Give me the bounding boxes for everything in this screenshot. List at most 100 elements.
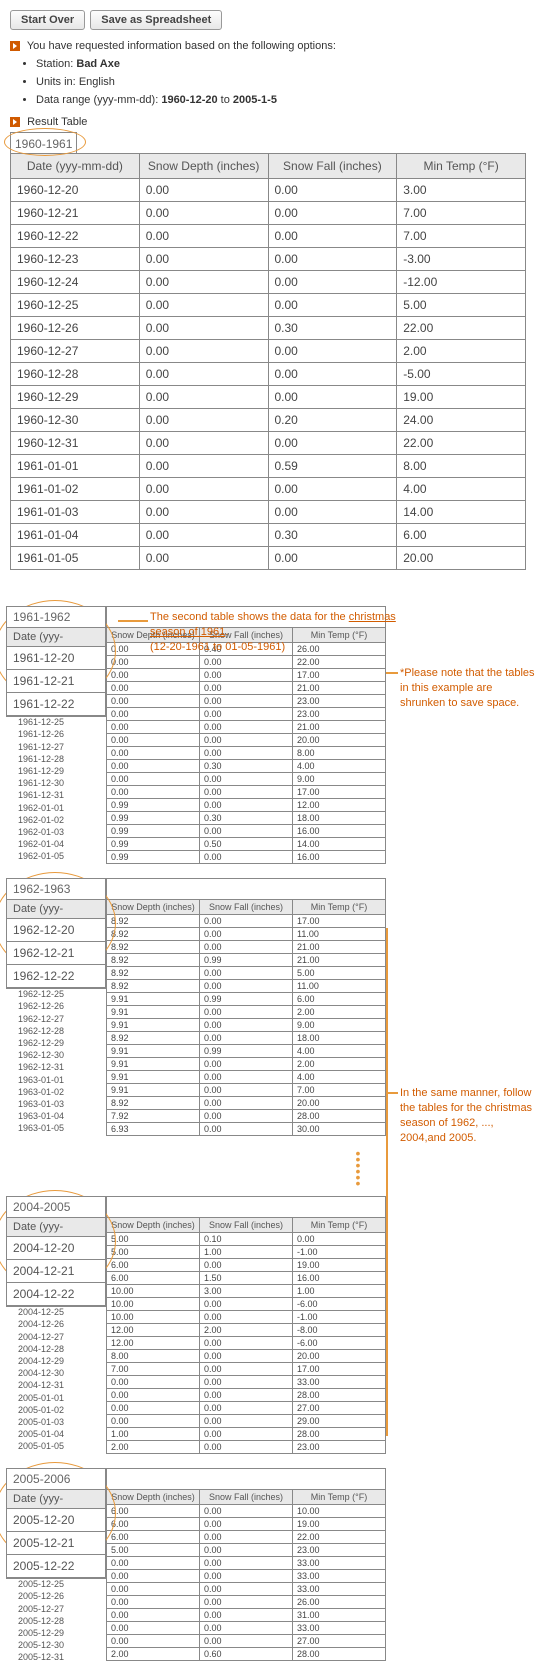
station-label: Station: xyxy=(36,58,73,70)
table-cell: 14.00 xyxy=(397,501,526,524)
table-cell: 0.00 xyxy=(200,1518,293,1531)
station-value: Bad Axe xyxy=(76,58,120,70)
season-label: 1962-1963 xyxy=(7,879,105,900)
table-cell: 23.00 xyxy=(293,708,386,721)
table-cell: 1.00 xyxy=(107,1428,200,1441)
table-cell: 1962-01-04 xyxy=(18,838,64,850)
table-cell: 0.00 xyxy=(200,1071,293,1084)
table-cell: 0.00 xyxy=(200,656,293,669)
table-row: 2.000.6028.00 xyxy=(107,1648,386,1661)
table-row: 1960-12-230.000.00-3.00 xyxy=(11,248,526,271)
column-header: Snow Depth (inches) xyxy=(107,1490,200,1505)
table-row: 1960-12-260.000.3022.00 xyxy=(11,317,526,340)
table-cell: 0.99 xyxy=(107,851,200,864)
table-cell: 1963-01-01 xyxy=(18,1074,64,1086)
table-cell: 0.00 xyxy=(268,432,397,455)
table-cell: 6.00 xyxy=(107,1272,200,1285)
table-cell: 0.00 xyxy=(200,773,293,786)
table-cell: 5.00 xyxy=(107,1246,200,1259)
column-header: Snow Depth (inches) xyxy=(107,1218,200,1233)
table-row: 6.000.0019.00 xyxy=(107,1518,386,1531)
table-cell: 28.00 xyxy=(293,1110,386,1123)
table-cell: 0.00 xyxy=(268,547,397,570)
start-over-button[interactable]: Start Over xyxy=(10,10,85,30)
table-cell: 0.00 xyxy=(107,1596,200,1609)
table-row: 8.000.0020.00 xyxy=(107,1350,386,1363)
table-cell: 9.91 xyxy=(107,1058,200,1071)
intro-text: You have requested information based on … xyxy=(27,40,336,52)
table-cell: 1961-12-27 xyxy=(18,741,64,753)
table-row: 8.920.0011.00 xyxy=(107,928,386,941)
table-row: 1961-01-030.000.0014.00 xyxy=(11,501,526,524)
table-cell: 0.00 xyxy=(107,1557,200,1570)
table-row: 6.001.5016.00 xyxy=(107,1272,386,1285)
table-cell: 0.00 xyxy=(200,967,293,980)
table-row: 1961-01-040.000.306.00 xyxy=(11,524,526,547)
units-value: English xyxy=(79,76,115,88)
table-cell: 0.00 xyxy=(200,980,293,993)
table-cell: 1963-01-03 xyxy=(18,1098,64,1110)
table-cell: 1962-12-27 xyxy=(18,1013,64,1025)
table-cell: 1962-01-03 xyxy=(18,826,64,838)
data-table: Snow Depth (inches)Snow Fall (inches)Min… xyxy=(106,878,386,1136)
arrow-right-icon xyxy=(10,41,20,51)
data-table: Snow Depth (inches)Snow Fall (inches)Min… xyxy=(106,1468,386,1661)
table-cell: 1960-12-23 xyxy=(11,248,140,271)
table-cell: 1962-01-05 xyxy=(18,850,64,862)
table-row: 7.000.0017.00 xyxy=(107,1363,386,1376)
table-cell: 0.00 xyxy=(139,179,268,202)
table-cell: 0.00 xyxy=(200,786,293,799)
table-cell: 0.00 xyxy=(107,1583,200,1596)
table-cell: 17.00 xyxy=(293,669,386,682)
options-list: Station: Bad Axe Units in: English Data … xyxy=(36,58,526,106)
table-cell: 2005-12-28 xyxy=(18,1615,64,1627)
table-cell: 22.00 xyxy=(397,432,526,455)
table-cell: 0.00 xyxy=(107,695,200,708)
table-cell: 0.00 xyxy=(200,1259,293,1272)
table-cell: 0.00 xyxy=(200,1596,293,1609)
table-cell: 1960-12-30 xyxy=(11,409,140,432)
table-row: 1960-12-290.000.0019.00 xyxy=(11,386,526,409)
table-cell: 9.91 xyxy=(107,1006,200,1019)
column-header: Date (yyy- xyxy=(7,900,105,919)
table-cell: 23.00 xyxy=(293,695,386,708)
table-cell: 9.91 xyxy=(107,1084,200,1097)
table-cell: 1961-12-30 xyxy=(18,777,64,789)
table-cell: 8.00 xyxy=(397,455,526,478)
table-cell: 18.00 xyxy=(293,812,386,825)
table-cell: 0.00 xyxy=(107,734,200,747)
table-cell: 0.00 xyxy=(200,682,293,695)
table-row: 1961-01-010.000.598.00 xyxy=(11,455,526,478)
column-header: Date (yyy- xyxy=(7,1490,105,1509)
table-cell: 7.00 xyxy=(107,1363,200,1376)
table-cell: 0.00 xyxy=(200,1097,293,1110)
table-cell: 2005-12-20 xyxy=(7,1509,105,1532)
table-cell: 0.00 xyxy=(268,363,397,386)
table-row: 8.920.0021.00 xyxy=(107,941,386,954)
table-cell: 9.91 xyxy=(107,1071,200,1084)
column-header: Min Temp (°F) xyxy=(293,1490,386,1505)
table-cell: 0.00 xyxy=(139,340,268,363)
table-cell: 1962-12-22 xyxy=(7,965,105,988)
table-cell: 0.99 xyxy=(107,838,200,851)
table-row: 1960-12-200.000.003.00 xyxy=(11,179,526,202)
table-cell: 20.00 xyxy=(293,734,386,747)
table-cell: 0.00 xyxy=(139,363,268,386)
save-spreadsheet-button[interactable]: Save as Spreadsheet xyxy=(90,10,222,30)
toolbar: Start Over Save as Spreadsheet xyxy=(10,10,526,30)
table-cell: 20.00 xyxy=(293,1350,386,1363)
table-cell: 0.00 xyxy=(200,695,293,708)
table-cell: 16.00 xyxy=(293,1272,386,1285)
table-cell: 4.00 xyxy=(397,478,526,501)
table-cell: 26.00 xyxy=(293,1596,386,1609)
tables-container: 1960-1961Date (yyy-mm-dd)Snow Depth (inc… xyxy=(10,132,526,1661)
table-cell: 1960-12-25 xyxy=(11,294,140,317)
table-cell: 21.00 xyxy=(293,954,386,967)
table-cell: 2004-12-20 xyxy=(7,1237,105,1260)
table-cell: 12.00 xyxy=(293,799,386,812)
table-row: 1.000.0028.00 xyxy=(107,1428,386,1441)
table-cell: -6.00 xyxy=(293,1298,386,1311)
table-row: 6.000.0022.00 xyxy=(107,1531,386,1544)
table-row: 6.000.0019.00 xyxy=(107,1259,386,1272)
table-row: 2.000.0023.00 xyxy=(107,1441,386,1454)
